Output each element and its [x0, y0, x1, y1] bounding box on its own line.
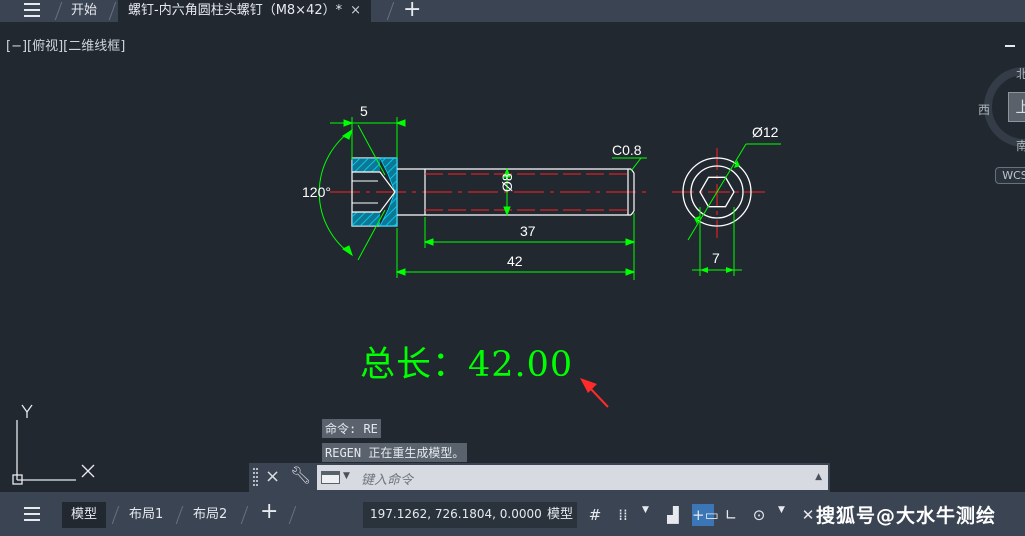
document-tab-bar: 开始 螺钉-内六角圆柱头螺钉（M8×42）* × +	[0, 0, 1025, 22]
command-history-line: REGEN 正在重生成模型。	[322, 443, 468, 462]
dim-thread-length: 37	[520, 223, 536, 239]
chevron-down-icon[interactable]: ▼	[343, 471, 350, 481]
drawing-canvas: 5 120° C0.8 Ø8 37 42 Ø12 7	[12, 103, 781, 485]
cursor-coordinates[interactable]: 197.1262, 726.1804, 0.0000	[363, 502, 549, 528]
side-view-dimension-text: 5 120° C0.8 Ø8 37 42	[302, 103, 642, 269]
total-length-annotation: 总长：42.00	[360, 345, 574, 385]
tab-separator	[288, 506, 306, 524]
command-history: 命令: RE REGEN 正在重生成模型。	[322, 418, 468, 466]
command-history-line: 命令: RE	[322, 419, 381, 438]
command-bar: × 🔧︎ ▼ 键入命令 ▲	[249, 463, 830, 492]
polar-tracking-icon[interactable]: ⊙	[748, 504, 770, 526]
ucs-icon	[12, 404, 95, 485]
polar-dropdown-icon[interactable]: ▼	[778, 505, 785, 515]
close-command-line-icon[interactable]: ×	[265, 466, 280, 487]
drawing-viewport[interactable]: [−][俯视][二维线框] 上 北 西 南 WCS 5 120° C0.8 Ø8…	[0, 22, 1025, 492]
command-input[interactable]: ▼ 键入命令 ▲	[317, 465, 828, 490]
dim-total-length: 42	[507, 253, 523, 269]
side-view-dimensions	[318, 117, 647, 280]
dynamic-input-icon[interactable]: +▭	[692, 504, 719, 526]
tab-model[interactable]: 模型	[62, 502, 107, 528]
dim-hex-socket: 7	[712, 250, 720, 266]
command-prompt-icon[interactable]	[321, 471, 340, 484]
dim-head-length: 5	[360, 103, 368, 119]
tab-start-label: 开始	[71, 3, 98, 18]
tab-layout2[interactable]: 布局2	[184, 502, 236, 528]
application-menu-icon[interactable]	[24, 3, 40, 17]
bolt-end-view	[672, 143, 781, 276]
status-bar: 模型 布局1 布局2 + 197.1262, 726.1804, 0.0000 …	[0, 492, 1025, 536]
customize-wrench-icon[interactable]: 🔧︎	[290, 466, 312, 486]
model-space-button[interactable]: 模型	[543, 502, 578, 528]
infer-constraints-icon[interactable]: ▟	[662, 504, 684, 526]
chevron-up-icon[interactable]: ▲	[815, 472, 822, 482]
tab-separator	[386, 2, 404, 20]
close-tab-icon[interactable]: ×	[350, 3, 361, 18]
tab-start[interactable]: 开始	[61, 0, 107, 22]
layout-menu-icon[interactable]	[24, 507, 40, 521]
dim-chamfer: C0.8	[612, 142, 642, 158]
new-tab-icon[interactable]: +	[403, 0, 421, 22]
tab-document[interactable]: 螺钉-内六角圆柱头螺钉（M8×42）* ×	[118, 0, 372, 22]
annotation-arrow	[580, 378, 609, 408]
tab-layout1[interactable]: 布局1	[120, 502, 172, 528]
tab-document-label: 螺钉-内六角圆柱头螺钉（M8×42）*	[128, 3, 343, 18]
add-layout-icon[interactable]: +	[260, 499, 278, 524]
dim-head-diameter: Ø12	[752, 124, 779, 140]
grid-icon[interactable]: #	[584, 504, 606, 526]
command-placeholder: 键入命令	[361, 473, 414, 488]
snap-icon[interactable]: ⁞⁞	[612, 504, 634, 526]
watermark: 搜狐号@大水牛测绘	[816, 505, 997, 527]
snap-dropdown-icon[interactable]: ▼	[642, 505, 649, 515]
tab-separator	[240, 506, 258, 524]
ortho-icon[interactable]: ∟	[720, 504, 742, 526]
dim-thread-diameter: Ø8	[499, 173, 515, 192]
dim-countersink-angle: 120°	[302, 184, 331, 200]
drag-handle-icon[interactable]	[253, 468, 258, 486]
